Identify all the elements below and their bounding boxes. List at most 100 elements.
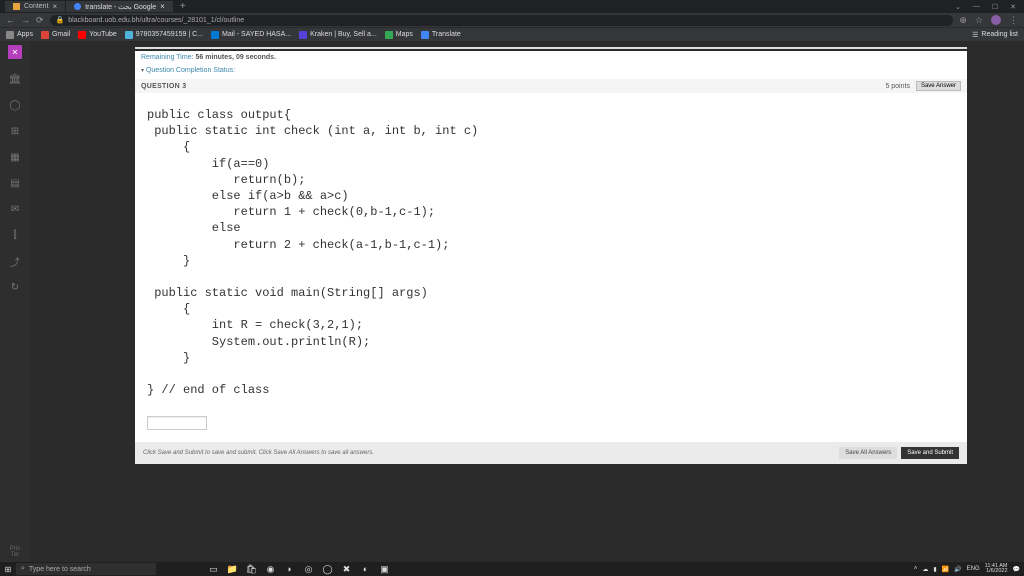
chevron-down-icon[interactable]: ⌄	[955, 3, 961, 11]
reload-icon[interactable]: ⟳	[36, 15, 44, 26]
completion-label: Question Completion Status:	[146, 67, 235, 74]
bookmark-cengage[interactable]: 9780357459159 | C...	[125, 31, 203, 39]
clock[interactable]: 11:41 AM 1/6/2022	[985, 564, 1008, 575]
question-code: public class output{ public static int c…	[135, 93, 967, 408]
tools-icon[interactable]: ⤴	[9, 255, 21, 267]
footer-instructions: Click Save and Submit to save and submit…	[135, 442, 967, 464]
browser-tab-bar: Content × translate - بحث Google × + ⌄ —…	[0, 0, 1024, 13]
completion-status-row[interactable]: ▾ Question Completion Status:	[135, 64, 967, 79]
chrome-icon[interactable]: ◉	[263, 563, 278, 575]
gmail-icon	[41, 31, 49, 39]
close-icon[interactable]: ✕	[1010, 3, 1016, 11]
tray-expand-icon[interactable]: ˄	[914, 566, 918, 572]
save-submit-button[interactable]: Save and Submit	[901, 447, 959, 459]
tab-label: translate - بحث Google	[85, 3, 156, 11]
minimize-icon[interactable]: —	[973, 3, 980, 11]
youtube-icon	[78, 31, 86, 39]
bookmark-gmail[interactable]: Gmail	[41, 31, 70, 39]
favicon-icon	[74, 3, 81, 10]
question-title: QUESTION 3	[141, 83, 186, 90]
discord-icon[interactable]: ◎	[301, 563, 316, 575]
store-icon[interactable]: 🛍	[244, 563, 259, 575]
teams-icon[interactable]: ▣	[377, 563, 392, 575]
bookmark-apps[interactable]: Apps	[6, 31, 33, 39]
institution-icon[interactable]: 🏛	[9, 73, 21, 85]
bookmark-youtube[interactable]: YouTube	[78, 31, 117, 39]
volume-icon[interactable]: 🔊	[954, 566, 961, 573]
save-answer-button[interactable]: Save Answer	[916, 81, 961, 91]
kraken-icon	[299, 31, 307, 39]
book-icon	[125, 31, 133, 39]
app-icon[interactable]: ◐	[358, 563, 373, 575]
lock-icon: 🔒	[56, 16, 65, 24]
xbox-icon[interactable]: ✖	[339, 563, 354, 575]
bookmark-translate[interactable]: Translate	[421, 31, 461, 39]
footer-text: Click Save and Submit to save and submit…	[143, 450, 374, 456]
tab-label: Content	[24, 3, 49, 10]
start-button[interactable]: ⊞	[0, 565, 16, 574]
onedrive-icon[interactable]: ☁	[922, 566, 928, 573]
bookmark-mail[interactable]: Mail - SAYED HASA...	[211, 31, 291, 39]
task-view-icon[interactable]: ▭	[206, 563, 221, 575]
new-tab-button[interactable]: +	[174, 1, 192, 12]
points-label: 5 points	[885, 83, 910, 90]
bookmark-maps[interactable]: Maps	[385, 31, 413, 39]
steam-icon[interactable]: ◗	[282, 563, 297, 575]
language-indicator[interactable]: ENG	[967, 566, 980, 572]
list-icon: ☰	[972, 31, 978, 39]
search-icon: ⌕	[21, 565, 25, 573]
window-controls: ⌄ — ☐ ✕	[955, 3, 1024, 11]
question-header: QUESTION 3 5 points Save Answer	[135, 79, 967, 93]
taskbar-apps: ▭ 📁 🛍 ◉ ◗ ◎ ◯ ✖ ◐ ▣	[206, 563, 392, 575]
answer-area	[135, 408, 967, 442]
explorer-icon[interactable]: 📁	[225, 563, 240, 575]
signout-icon[interactable]: ↻	[9, 281, 21, 293]
tab-content[interactable]: Content ×	[5, 1, 65, 12]
bookmarks-bar: Apps Gmail YouTube 9780357459159 | C... …	[0, 27, 1024, 41]
close-panel-button[interactable]: ✕	[8, 45, 22, 59]
apps-icon	[6, 31, 14, 39]
app-sidebar: ✕ 🏛 ◯ ⊞ ▦ ▤ ✉ ⫿ ⤴ ↻ PrivTer	[0, 41, 30, 562]
back-icon[interactable]: ←	[6, 15, 15, 26]
main-content: Remaining Time: 56 minutes, 09 seconds. …	[30, 41, 1024, 562]
activity-icon[interactable]: ⊞	[9, 125, 21, 137]
search-icon[interactable]: ⊕	[959, 15, 967, 26]
url-text: blackboard.uob.edu.bh/ultra/courses/_281…	[68, 17, 244, 24]
url-input[interactable]: 🔒 blackboard.uob.edu.bh/ultra/courses/_2…	[50, 15, 954, 26]
menu-icon[interactable]: ⋮	[1009, 15, 1018, 26]
windows-taskbar: ⊞ ⌕ Type here to search ▭ 📁 🛍 ◉ ◗ ◎ ◯ ✖ …	[0, 562, 1024, 576]
outlook-icon	[211, 31, 219, 39]
wifi-icon[interactable]: 📶	[942, 566, 949, 573]
reading-list-button[interactable]: ☰Reading list	[972, 31, 1018, 39]
grades-icon[interactable]: ⫿	[9, 229, 21, 241]
calendar-icon[interactable]: ▤	[9, 177, 21, 189]
search-placeholder: Type here to search	[29, 566, 91, 573]
progress-bar-track	[135, 47, 967, 49]
courses-icon[interactable]: ▦	[9, 151, 21, 163]
close-icon[interactable]: ×	[53, 2, 58, 11]
maximize-icon[interactable]: ☐	[992, 3, 998, 11]
profile-icon[interactable]	[991, 15, 1001, 25]
save-all-button[interactable]: Save All Answers	[839, 447, 897, 459]
remaining-label: Remaining Time:	[141, 54, 194, 61]
translate-icon	[421, 31, 429, 39]
remaining-value: 56 minutes, 09 seconds.	[195, 54, 276, 61]
notifications-icon[interactable]: 💬	[1013, 566, 1020, 573]
expand-icon: ▾	[141, 68, 144, 74]
maps-icon	[385, 31, 393, 39]
favicon-icon	[13, 3, 20, 10]
profile-icon[interactable]: ◯	[9, 99, 21, 111]
taskbar-search[interactable]: ⌕ Type here to search	[16, 563, 156, 575]
nav-icons: ← → ⟳	[6, 15, 44, 26]
system-tray: ˄ ☁ ▮ 📶 🔊 ENG 11:41 AM 1/6/2022 💬	[914, 564, 1024, 575]
close-icon[interactable]: ×	[160, 2, 165, 11]
tab-translate[interactable]: translate - بحث Google ×	[66, 1, 173, 12]
forward-icon[interactable]: →	[21, 15, 30, 26]
battery-icon[interactable]: ▮	[933, 566, 936, 573]
app-icon[interactable]: ◯	[320, 563, 335, 575]
answer-input[interactable]	[147, 416, 207, 430]
messages-icon[interactable]: ✉	[9, 203, 21, 215]
star-icon[interactable]: ☆	[975, 15, 983, 26]
bookmark-kraken[interactable]: Kraken | Buy, Sell a...	[299, 31, 377, 39]
remaining-time-row: Remaining Time: 56 minutes, 09 seconds.	[135, 51, 967, 64]
